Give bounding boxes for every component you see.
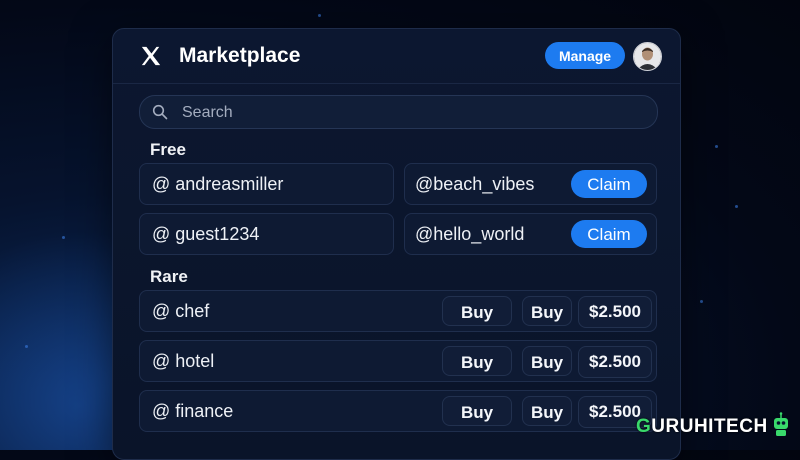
handle-label: @hello_world [415, 224, 525, 244]
buy-button[interactable]: Buy [442, 296, 512, 326]
watermark-text: URUHITECH [651, 416, 768, 437]
buy-button[interactable]: Buy [442, 346, 512, 376]
page-title: Marketplace [179, 44, 301, 67]
background-dot [25, 345, 28, 348]
section-label-free: Free [150, 140, 186, 159]
panel-header: Marketplace Manage [113, 29, 680, 84]
search-bar[interactable] [139, 95, 658, 130]
handle-label: @ finance [152, 401, 234, 421]
rare-handle-row: @ hotel Buy Buy $2.500 [139, 340, 657, 382]
claim-button[interactable]: Claim [571, 170, 647, 198]
background-dot [715, 145, 718, 148]
user-avatar-icon [634, 43, 661, 70]
buy-button[interactable]: Buy [442, 396, 512, 426]
price-tag: $2.500 [578, 296, 652, 328]
background-dot [62, 236, 65, 239]
buy-button[interactable]: Buy [522, 346, 572, 376]
claim-button[interactable]: Claim [571, 220, 647, 248]
free-handle-card: @hello_world Claim [404, 213, 657, 255]
price-tag: $2.500 [578, 346, 652, 378]
watermark: GURUHITECH [636, 416, 768, 442]
search-input[interactable] [180, 96, 644, 130]
x-logo-icon[interactable] [140, 45, 162, 67]
handle-label: @beach_vibes [415, 174, 535, 194]
rare-handle-row: @ finance Buy Buy $2.500 [139, 390, 657, 432]
handle-label: @ andreasmiller [152, 174, 284, 194]
handle-label: @ guest1234 [152, 224, 260, 244]
free-handle-card[interactable]: @ guest1234 [139, 213, 394, 255]
watermark-accent-letter: G [636, 416, 652, 437]
robot-icon [774, 412, 788, 436]
handle-label: @ chef [152, 301, 210, 321]
search-icon [152, 104, 168, 120]
handle-label: @ hotel [152, 351, 215, 371]
background-dot [700, 300, 703, 303]
buy-button[interactable]: Buy [522, 296, 572, 326]
rare-handle-row: @ chef Buy Buy $2.500 [139, 290, 657, 332]
free-handle-card[interactable]: @ andreasmiller [139, 163, 394, 205]
background-dot [735, 205, 738, 208]
marketplace-panel: Marketplace Manage Free @ andreasmiller … [112, 28, 681, 460]
section-label-rare: Rare [150, 267, 188, 286]
background-dot [318, 14, 321, 17]
avatar[interactable] [633, 42, 662, 71]
free-handle-card: @beach_vibes Claim [404, 163, 657, 205]
manage-button[interactable]: Manage [545, 42, 625, 69]
buy-button[interactable]: Buy [522, 396, 572, 426]
